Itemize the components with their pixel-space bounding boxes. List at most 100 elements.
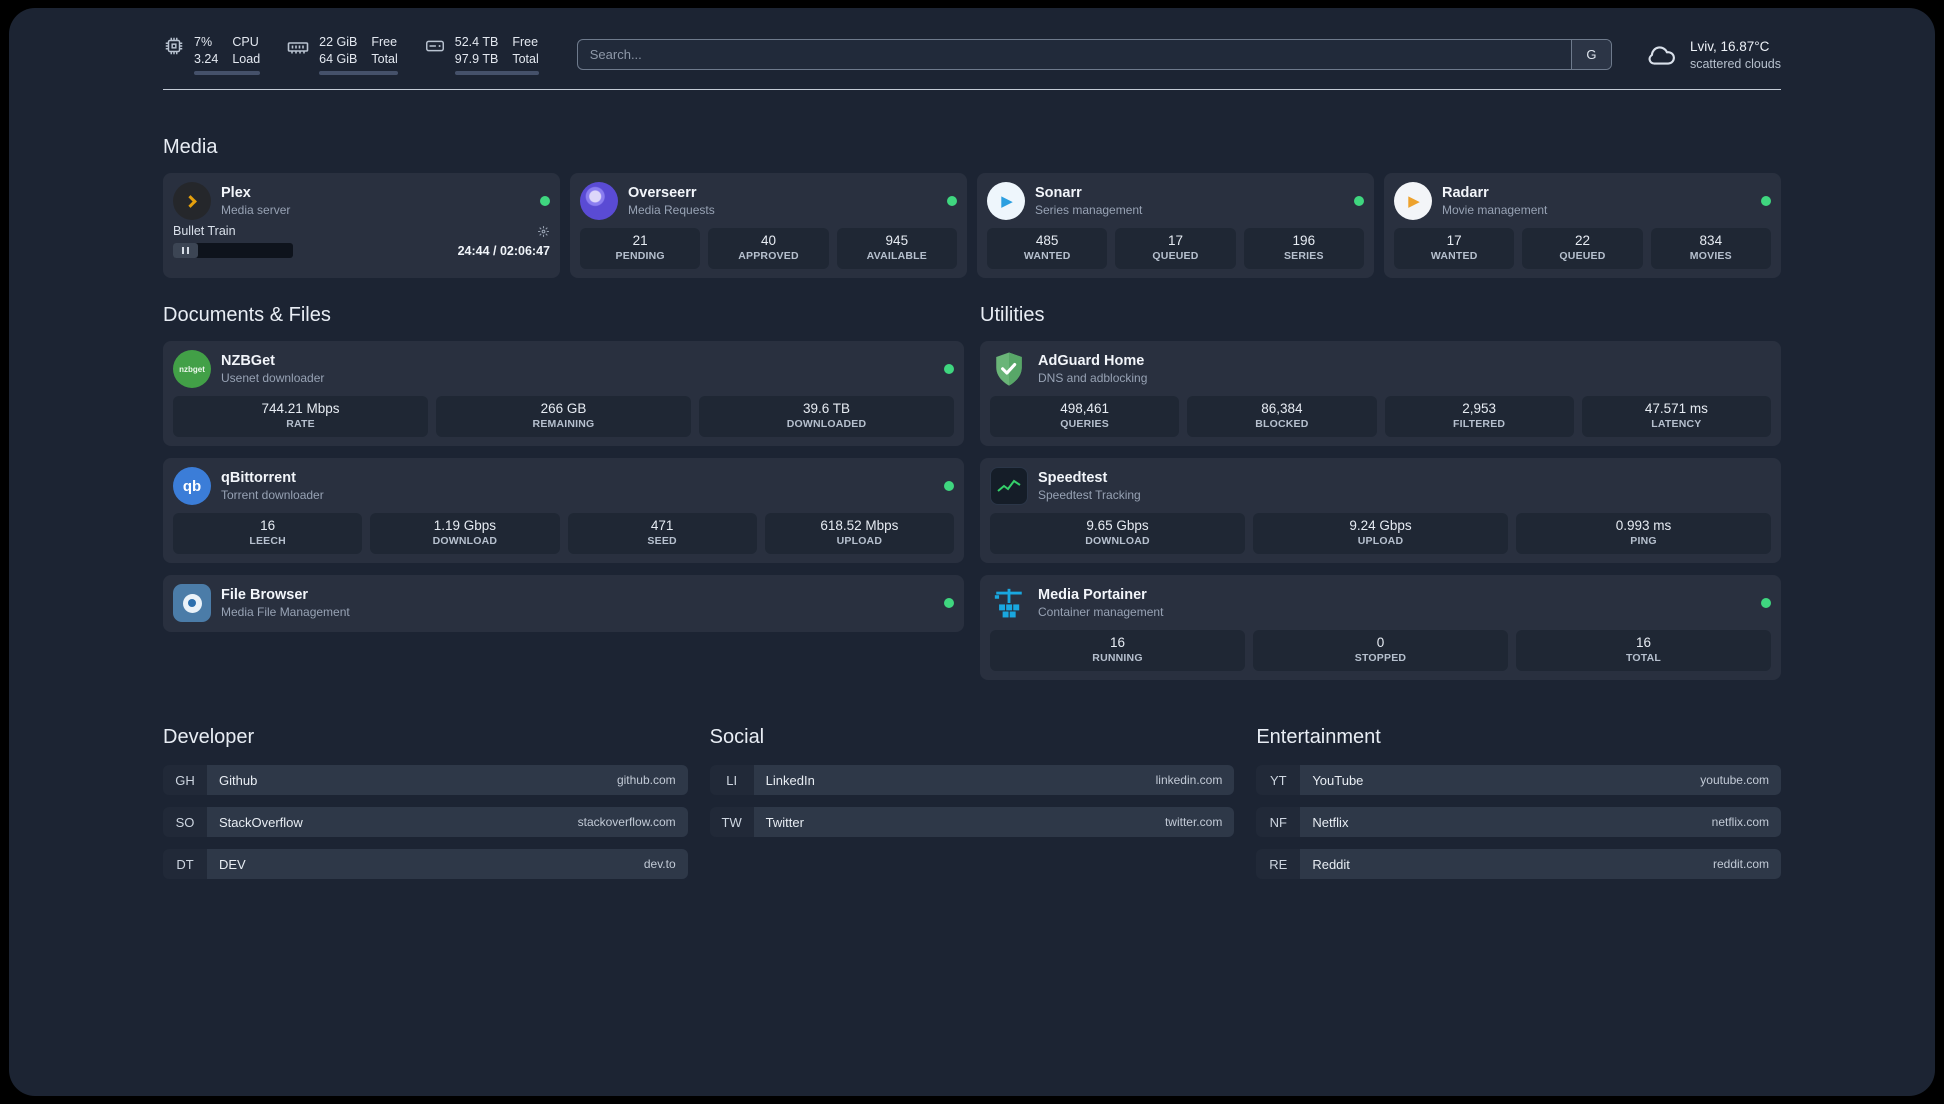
bookmark-reddit[interactable]: RE Reddit reddit.com (1256, 849, 1781, 879)
bookmark-name: DEV (219, 856, 246, 872)
stat-tile: 16 RUNNING (990, 630, 1245, 671)
service-name: AdGuard Home (1038, 353, 1145, 369)
search-provider-button[interactable]: G (1570, 40, 1611, 69)
disk-total-label: Total (512, 52, 539, 66)
stat-tile: 39.6 TB DOWNLOADED (699, 396, 954, 437)
stat-label: WANTED (1023, 250, 1071, 262)
section-title-media: Media (163, 136, 218, 158)
cloud-icon (1642, 38, 1680, 72)
stat-label: AVAILABLE (866, 250, 927, 262)
pause-button[interactable] (173, 243, 198, 258)
cpu-label: CPU (232, 35, 259, 49)
stat-value: 2,953 (1462, 401, 1497, 416)
bookmark-twitter[interactable]: TW Twitter twitter.com (709, 807, 1235, 837)
bookmark-domain: linkedin.com (1155, 773, 1223, 787)
adguard-card[interactable]: AdGuard Home DNS and adblocking 498,461 … (980, 341, 1781, 446)
status-dot (944, 481, 954, 491)
bookmark-domain: reddit.com (1712, 857, 1769, 871)
stat-label: PING (1630, 535, 1657, 547)
bookmark-name: StackOverflow (219, 814, 303, 830)
stat-value: 17 (1446, 233, 1462, 248)
section-title-entertainment: Entertainment (1256, 726, 1381, 748)
service-subtitle: Media Requests (628, 203, 715, 217)
stat-label: DOWNLOAD (1085, 535, 1150, 547)
stat-tile: 618.52 Mbps UPLOAD (764, 513, 954, 554)
service-subtitle: Usenet downloader (221, 371, 325, 385)
stat-label: QUEUED (1152, 250, 1199, 262)
stat-label: STOPPED (1354, 652, 1407, 664)
stat-value: 86,384 (1261, 401, 1303, 416)
stat-label: LATENCY (1651, 418, 1702, 430)
settings-gear-icon[interactable] (537, 225, 550, 238)
status-dot (1354, 196, 1364, 206)
service-subtitle: Media File Management (221, 605, 350, 619)
portainer-card[interactable]: Media Portainer Container management 16 … (980, 575, 1781, 680)
stat-label: UPLOAD (1357, 535, 1404, 547)
stat-tile: 9.24 Gbps UPLOAD (1253, 513, 1508, 554)
disk-free-label: Free (512, 35, 539, 49)
bookmark-youtube[interactable]: YT YouTube youtube.com (1256, 765, 1781, 795)
section-title-social: Social (709, 726, 765, 748)
qbittorrent-card[interactable]: qb qBittorrent Torrent downloader 16 LEE… (163, 458, 964, 563)
radarr-card[interactable]: Radarr Movie management 17 WANTED 22 QUE… (1384, 173, 1781, 278)
service-subtitle: Container management (1038, 605, 1164, 619)
service-name: NZBGet (221, 353, 275, 369)
memory-usage-bar (319, 71, 398, 75)
filebrowser-card[interactable]: File Browser Media File Management (163, 575, 964, 632)
stat-label: SERIES (1283, 250, 1324, 262)
stat-value: 498,461 (1060, 401, 1110, 416)
speedtest-card[interactable]: Speedtest Speedtest Tracking 9.65 Gbps D… (980, 458, 1781, 563)
playback-progress-bar[interactable] (173, 243, 293, 258)
overseerr-card[interactable]: Overseerr Media Requests 21 PENDING 40 A… (570, 173, 967, 278)
service-subtitle: Torrent downloader (221, 488, 324, 502)
service-subtitle: Media server (221, 203, 291, 217)
stat-label: TOTAL (1625, 652, 1662, 664)
search-input[interactable] (576, 39, 1612, 70)
utilities-column: Utilities AdGuard Home DNS and adblockin… (980, 278, 1781, 680)
bookmark-name: LinkedIn (765, 772, 815, 788)
stat-tile: 17 QUEUED (1115, 228, 1236, 269)
bookmark-netflix[interactable]: NF Netflix netflix.com (1256, 807, 1781, 837)
bookmark-name: Twitter (765, 814, 804, 830)
weather-location: Lviv, 16.87°C (1689, 38, 1770, 54)
stat-value: 40 (760, 233, 776, 248)
top-bar: 7% 3.24 CPU Load 22 GiB 64 GiB Free Tota… (163, 34, 1781, 75)
overseerr-icon (580, 182, 618, 220)
memory-total-label: Total (371, 52, 398, 66)
bookmark-abbr: NF (1256, 807, 1301, 837)
status-dot (944, 598, 954, 608)
bookmark-github[interactable]: GH Github github.com (163, 765, 688, 795)
stat-value: 1.19 Gbps (433, 518, 497, 533)
stat-value: 39.6 TB (802, 401, 851, 416)
stat-tile: 40 APPROVED (708, 228, 829, 269)
sonarr-card[interactable]: Sonarr Series management 485 WANTED 17 Q… (977, 173, 1374, 278)
status-dot (1761, 598, 1771, 608)
bookmark-domain: youtube.com (1700, 773, 1769, 787)
stat-tile: 498,461 QUERIES (990, 396, 1180, 437)
dashboard-app: 7% 3.24 CPU Load 22 GiB 64 GiB Free Tota… (9, 8, 1935, 1096)
stat-value: 945 (885, 233, 909, 248)
disk-icon (424, 35, 446, 57)
stat-tile: 266 GB REMAINING (436, 396, 691, 437)
bookmark-linkedin[interactable]: LI LinkedIn linkedin.com (709, 765, 1235, 795)
stat-label: FILTERED (1453, 418, 1506, 430)
stat-tile: 744.21 Mbps RATE (173, 396, 428, 437)
stat-value: 485 (1035, 233, 1059, 248)
weather-widget: Lviv, 16.87°C scattered clouds (1642, 38, 1781, 72)
stat-tile: 9.65 Gbps DOWNLOAD (990, 513, 1245, 554)
stat-label: PENDING (615, 250, 665, 262)
bookmark-abbr: TW (709, 807, 754, 837)
memory-widget: 22 GiB 64 GiB Free Total (286, 34, 398, 75)
stat-tile: 47.571 ms LATENCY (1581, 396, 1771, 437)
plex-card[interactable]: Plex Media server Bullet Train 24:44 / 0… (163, 173, 560, 278)
portainer-crane-icon (990, 584, 1028, 622)
stat-value: 21 (632, 233, 648, 248)
service-subtitle: Series management (1035, 203, 1143, 217)
stat-label: REMAINING (532, 418, 595, 430)
bookmark-abbr: YT (1256, 765, 1301, 795)
bookmark-dev[interactable]: DT DEV dev.to (163, 849, 688, 879)
memory-icon (286, 35, 310, 59)
plex-icon (173, 182, 211, 220)
bookmark-stackoverflow[interactable]: SO StackOverflow stackoverflow.com (163, 807, 688, 837)
nzbget-card[interactable]: nzbget NZBGet Usenet downloader 744.21 M… (163, 341, 964, 446)
